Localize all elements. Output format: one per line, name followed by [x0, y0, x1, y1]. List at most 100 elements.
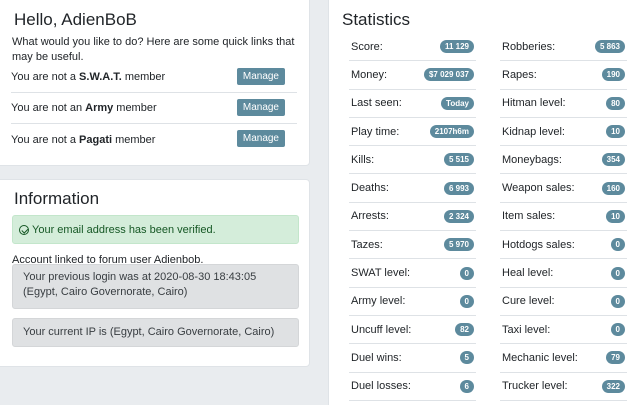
stat-badge: 11 129: [439, 40, 474, 54]
stat-item-sales: Item sales: 10: [500, 203, 627, 232]
stat-badge: 0: [610, 323, 625, 337]
stat-weapon-sales: Weapon sales: 160: [500, 174, 627, 203]
stat-label: Mechanic level:: [502, 351, 578, 364]
stat-rapes: Rapes: 190: [500, 61, 627, 90]
stat-label: Score:: [351, 40, 383, 53]
stat-kills: Kills: 5 515: [349, 146, 476, 175]
stat-taxi-level: Taxi level: 0: [500, 316, 627, 345]
stat-duel-losses: Duel losses: 6: [349, 373, 476, 401]
manage-army-button[interactable]: Manage: [236, 99, 285, 116]
stat-arrests: Arrests: 2 324: [349, 203, 476, 232]
stat-label: Kidnap level:: [502, 125, 565, 138]
stat-badge: 0: [459, 266, 474, 280]
stat-badge: 82: [455, 323, 474, 337]
stat-badge: 80: [606, 96, 625, 110]
previous-login-text: Your previous login was at 2020-08-30 18…: [23, 271, 257, 298]
stat-label: Weapon sales:: [502, 182, 575, 195]
stat-heal-level: Heal level: 0: [500, 259, 627, 288]
information-title: Information: [14, 189, 100, 208]
stats-left-column: Score: 11 129 Money: $7 029 037 Last seen:…: [349, 33, 476, 401]
verified-text: Your email address has been verified.: [32, 223, 216, 236]
previous-login-box: Your previous login was at 2020-08-30 18…: [12, 264, 299, 309]
stat-label: Hotdogs sales:: [502, 238, 575, 251]
email-verified-alert: Your email address has been verified.: [12, 215, 299, 244]
current-ip-box: Your current IP is (Egypt, Cairo Governo…: [12, 318, 299, 347]
stat-label: SWAT level:: [351, 267, 411, 280]
intro-text: What would you like to do? Here are some…: [12, 36, 295, 63]
stat-label: Heal level:: [502, 267, 554, 280]
stat-label: Tazes:: [351, 238, 383, 251]
member-suffix: member: [124, 71, 166, 83]
stat-label: Moneybags:: [502, 153, 562, 166]
stat-hitman-level: Hitman level: 80: [500, 90, 627, 118]
stat-badge: 0: [610, 266, 625, 280]
member-prefix: You are not an: [11, 102, 83, 114]
stat-score: Score: 11 129: [349, 33, 476, 62]
stat-badge: 160: [601, 181, 625, 195]
stat-badge: 322: [601, 379, 625, 393]
member-row-pagati: You are not a Pagati member Manage: [11, 124, 297, 155]
stat-trucker-level: Trucker level: 322: [500, 373, 627, 401]
stat-badge: 0: [459, 294, 474, 308]
stat-hotdogs-sales: Hotdogs sales: 0: [500, 231, 627, 260]
stat-last-seen: Last seen: Today: [349, 90, 476, 118]
stat-label: Duel losses:: [351, 380, 411, 393]
stat-label: Rapes:: [502, 68, 537, 81]
stat-moneybags: Moneybags: 354: [500, 146, 627, 175]
stat-duel-wins: Duel wins: 5: [349, 344, 476, 373]
stat-badge: 6: [459, 379, 474, 393]
current-ip-text: Your current IP is (Egypt, Cairo Governo…: [23, 326, 275, 338]
statistics-title: Statistics: [342, 10, 411, 29]
member-prefix: You are not a: [11, 71, 77, 83]
stat-badge: 10: [606, 125, 625, 139]
stat-mechanic-level: Mechanic level: 79: [500, 344, 627, 373]
stat-badge: 0: [610, 294, 625, 308]
stat-money: Money: $7 029 037: [349, 61, 476, 90]
stat-badge: 190: [601, 68, 625, 82]
stat-swat-level: SWAT level: 0: [349, 259, 476, 288]
statistics-card: Statistics Score: 11 129 Money: $7 029 037…: [328, 0, 640, 405]
stat-label: Arrests:: [351, 210, 389, 223]
manage-swat-button[interactable]: Manage: [236, 68, 285, 85]
stat-badge: 5 515: [443, 153, 474, 167]
member-prefix: You are not a: [11, 133, 77, 146]
stat-deaths: Deaths: 6 993: [349, 174, 476, 203]
hello-card: Hello, AdienBoB What would you like to d…: [0, 0, 310, 166]
stat-badge: 0: [610, 238, 625, 252]
stat-label: Uncuff level:: [351, 323, 412, 336]
stats-right-column: Robberies: 5 863 Rapes: 190 Hitman level: 8…: [500, 33, 627, 401]
stat-badge: Today: [441, 96, 474, 110]
stat-badge: 2 324: [443, 209, 474, 223]
member-row-army: You are not an Army member Manage: [11, 93, 297, 124]
stat-robberies: Robberies: 5 863: [500, 33, 627, 62]
stat-label: Money:: [351, 68, 388, 81]
stat-badge: 5 863: [594, 40, 625, 54]
information-card: Information Your email address has been …: [0, 179, 310, 367]
stat-label: Robberies:: [502, 40, 556, 53]
member-row-swat: You are not a S.W.A.T. member Manage: [11, 62, 297, 93]
member-suffix: member: [116, 102, 157, 114]
stat-label: Item sales:: [502, 210, 556, 223]
stat-kidnap-level: Kidnap level: 10: [500, 118, 627, 147]
member-group: Pagati: [79, 133, 113, 146]
stat-label: Cure level:: [502, 295, 555, 308]
stat-label: Trucker level:: [502, 380, 568, 393]
stat-tazes: Tazes: 5 970: [349, 231, 476, 260]
stat-label: Hitman level:: [502, 97, 566, 110]
stat-label: Kills:: [351, 153, 375, 166]
hello-title: Hello, AdienBoB: [14, 10, 137, 29]
stat-uncuff-level: Uncuff level: 82: [349, 316, 476, 345]
manage-pagati-button[interactable]: Manage: [236, 130, 285, 147]
stat-label: Play time:: [351, 125, 400, 138]
stat-badge: 354: [601, 153, 625, 167]
stat-badge: 79: [606, 351, 625, 365]
stat-label: Army level:: [351, 295, 406, 308]
stat-label: Deaths:: [351, 182, 389, 195]
stat-label: Duel wins:: [351, 351, 402, 364]
member-group: Army: [85, 102, 114, 114]
stat-badge: 2107h6m: [429, 125, 474, 139]
stat-badge: 5: [459, 351, 474, 365]
stat-badge: 5 970: [443, 238, 474, 252]
stat-badge: 10: [606, 209, 625, 223]
stat-label: Taxi level:: [502, 323, 551, 336]
